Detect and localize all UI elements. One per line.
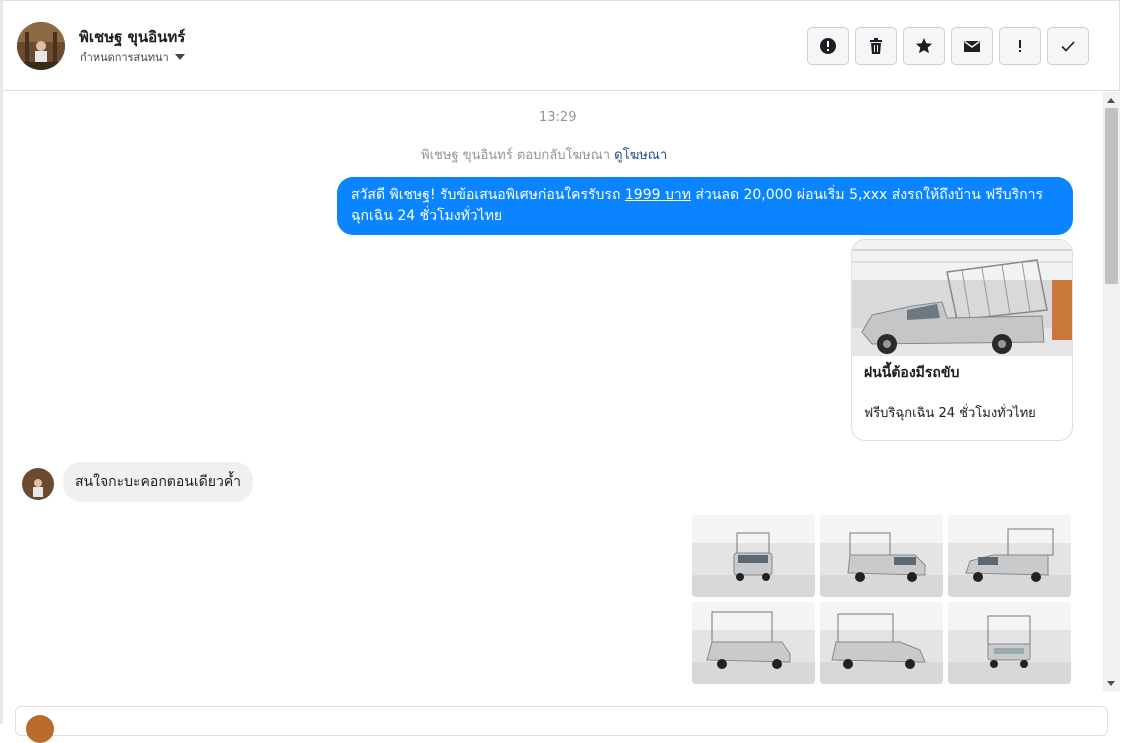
truck-photo [820,602,943,684]
toolbar [807,27,1089,65]
sender-avatar[interactable] [22,468,54,500]
caret-down-icon [174,54,185,60]
scroll-down-arrow-icon[interactable] [1107,681,1115,686]
exclamation-icon [1019,40,1021,52]
mark-done-button[interactable] [1047,27,1089,65]
incoming-message: สนใจกะบะคอกตอนเดียวค้ำ [63,462,254,502]
photo-grid [692,515,1073,684]
alert-circle-icon [820,38,836,54]
check-icon [1061,41,1075,52]
outgoing-price-link[interactable]: 1999 บาท [625,187,691,203]
scrollbar-thumb[interactable] [1105,108,1118,284]
mark-unread-button[interactable] [951,27,993,65]
truck-photo [948,602,1071,684]
assign-label: กำหนดการสนทนา [80,51,169,64]
ad-card-description: ฟรีบริฉุกเฉิน 24 ชั่วโมงทั่วไทย [864,406,1036,421]
conversation-header: พิเชษฐ ขุนอินทร์ กำหนดการสนทนา [3,0,1120,91]
ad-card-image [852,240,1072,356]
truck-photo [820,515,943,597]
star-icon [916,38,932,54]
truck-photo [692,602,815,684]
ad-reply-text: พิเชษฐ ขุนอินทร์ ตอบกลับโฆษณา [421,148,611,163]
truck-photo [948,515,1071,597]
delete-button[interactable] [855,27,897,65]
view-ad-link[interactable]: ดูโฆษณา [614,148,667,163]
ad-reply-notice: พิเชษฐ ขุนอินทร์ ตอบกลับโฆษณา ดูโฆษณา [421,144,667,165]
contact-name: พิเชษฐ ขุนอินทร์ [79,28,186,46]
photo-thumbnail[interactable] [692,515,815,597]
spam-button[interactable] [807,27,849,65]
trash-icon [870,38,882,54]
outgoing-message: สวัสดี พิเชษฐ! รับข้อเสนอพิเศษก่อนใครรับ… [337,177,1073,235]
photo-thumbnail[interactable] [948,602,1071,684]
message-thread: 13:29 พิเชษฐ ขุนอินทร์ ตอบกลับโฆษณา ดูโฆ… [3,92,1103,692]
photo-thumbnail[interactable] [692,602,815,684]
truck-photo [692,515,815,597]
photo-thumbnail[interactable] [948,515,1071,597]
message-composer[interactable] [15,706,1108,743]
envelope-icon [964,40,980,52]
follow-up-button[interactable] [999,27,1041,65]
star-button[interactable] [903,27,945,65]
photo-thumbnail[interactable] [820,602,943,684]
scroll-up-arrow-icon[interactable] [1107,98,1115,103]
message-timestamp: 13:29 [539,110,577,125]
photo-thumbnail[interactable] [820,515,943,597]
contact-avatar[interactable] [17,22,65,70]
user-avatar [26,715,54,743]
ad-card-title: ฝนนี้ต้องมีรถขับ [864,365,960,381]
ad-card[interactable]: ฝนนี้ต้องมีรถขับ ฟรีบริฉุกเฉิน 24 ชั่วโม… [851,239,1073,441]
thread-scrollbar[interactable] [1103,92,1120,692]
outgoing-text-before: สวัสดี พิเชษฐ! รับข้อเสนอพิเศษก่อนใครรับ… [351,187,625,203]
assign-conversation-dropdown[interactable]: กำหนดการสนทนา [80,48,185,66]
